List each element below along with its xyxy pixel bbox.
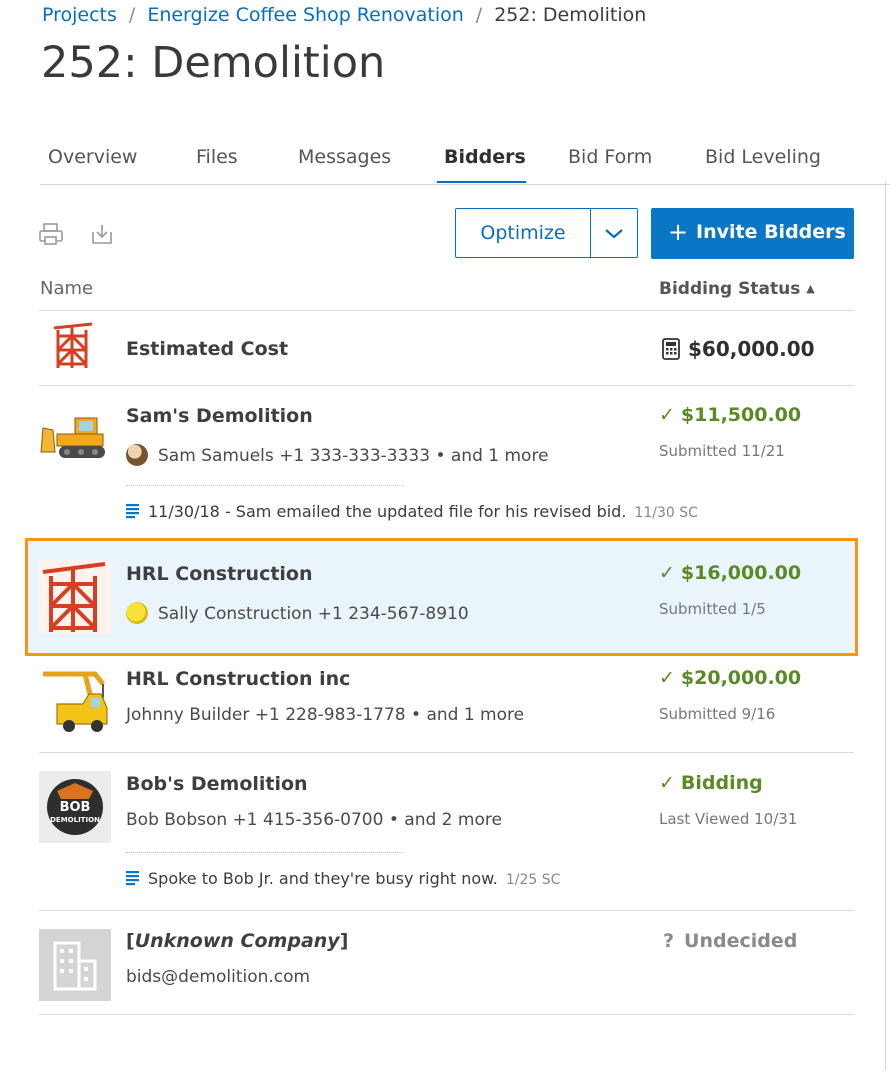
contact-text[interactable]: Bob Bobson +1 415-356-0700 • and 2 more — [126, 810, 502, 830]
contact-email[interactable]: bids@demolition.com — [126, 967, 310, 987]
column-header-bidding-status[interactable]: Bidding Status ▲ — [659, 279, 815, 299]
column-header-status-label: Bidding Status — [659, 279, 801, 299]
invite-bidders-button[interactable]: + Invite Bidders — [651, 208, 854, 259]
bob-demolition-logo: BOB DEMOLITION — [39, 771, 111, 847]
bid-amount: ✓ $16,000.00 — [659, 562, 801, 584]
divider — [126, 485, 404, 486]
printer-icon[interactable] — [38, 222, 64, 250]
column-header-name[interactable]: Name — [40, 278, 93, 299]
divider — [39, 910, 854, 911]
question-icon: ? — [663, 930, 675, 952]
divider — [39, 385, 854, 386]
download-icon[interactable] — [90, 222, 114, 250]
company-name-text: Unknown Company — [134, 930, 340, 952]
tab-messages[interactable]: Messages — [298, 146, 391, 168]
tab-bid-form[interactable]: Bid Form — [568, 146, 652, 168]
logo-text-demolition: DEMOLITION — [50, 816, 100, 824]
building-placeholder-icon — [39, 929, 111, 1005]
estimated-cost-label: Estimated Cost — [126, 338, 289, 360]
check-icon: ✓ — [659, 667, 675, 689]
sort-ascending-icon: ▲ — [806, 282, 815, 295]
bid-status: ? Undecided — [659, 930, 797, 952]
tab-overview[interactable]: Overview — [48, 146, 137, 168]
hardhat-avatar — [126, 602, 148, 624]
company-name[interactable]: [Unknown Company] — [126, 930, 348, 952]
breadcrumb: Projects / Energize Coffee Shop Renovation… — [42, 4, 646, 26]
bid-submitted-date: Submitted 9/16 — [659, 705, 776, 723]
estimated-cost-amount: $60,000.00 — [688, 337, 815, 361]
tab-bar: Overview Files Messages Bidders Bid Form… — [40, 132, 890, 185]
divider — [126, 852, 404, 853]
breadcrumb-separator: / — [475, 4, 483, 26]
company-name[interactable]: Sam's Demolition — [126, 405, 313, 427]
page-title: 252: Demolition — [41, 38, 386, 88]
note-text[interactable]: 11/30/18 - Sam emailed the updated file … — [148, 502, 626, 521]
note-icon — [126, 870, 140, 890]
bid-status-value: Undecided — [684, 930, 798, 952]
bid-amount-value: $11,500.00 — [680, 404, 802, 426]
bracket-close: ] — [339, 930, 349, 952]
bid-amount-value: $20,000.00 — [680, 667, 802, 689]
chevron-down-icon[interactable] — [591, 209, 637, 257]
logo-text-bob: BOB — [60, 800, 91, 815]
selected-row-highlight[interactable] — [25, 538, 858, 656]
plus-icon: + — [668, 218, 689, 246]
breadcrumb-separator: / — [128, 4, 136, 26]
bid-submitted-date: Submitted 11/21 — [659, 442, 785, 460]
note-icon — [126, 503, 140, 523]
company-name[interactable]: Bob's Demolition — [126, 773, 308, 795]
note-meta: 1/25 SC — [505, 872, 561, 888]
tab-bid-leveling[interactable]: Bid Leveling — [705, 146, 821, 168]
invite-bidders-label: Invite Bidders — [696, 221, 846, 243]
last-viewed-date: Last Viewed 10/31 — [659, 810, 798, 828]
check-icon: ✓ — [659, 772, 675, 794]
bid-status-value: Bidding — [680, 772, 763, 794]
bid-status: ✓ Bidding — [659, 772, 763, 794]
company-name[interactable]: HRL Construction — [126, 563, 313, 585]
contact-info: Sam Samuels +1 333-333-3333 • and 1 more — [126, 444, 549, 466]
note: Spoke to Bob Jr. and they're busy right … — [126, 869, 560, 890]
check-icon: ✓ — [659, 562, 675, 584]
note-text[interactable]: Spoke to Bob Jr. and they're busy right … — [148, 869, 498, 888]
breadcrumb-project-link[interactable]: Energize Coffee Shop Renovation — [147, 4, 463, 26]
divider — [39, 310, 854, 311]
breadcrumb-current: 252: Demolition — [494, 4, 647, 26]
optimize-label: Optimize — [480, 222, 566, 244]
contact-text[interactable]: Johnny Builder +1 228-983-1778 • and 1 m… — [126, 705, 524, 725]
contact-text[interactable]: Sam Samuels +1 333-333-3333 • and 1 more — [158, 446, 549, 466]
bulldozer-logo — [39, 412, 113, 466]
optimize-button[interactable]: Optimize — [455, 208, 638, 258]
company-name[interactable]: HRL Construction inc — [126, 668, 350, 690]
check-icon: ✓ — [659, 404, 675, 426]
scaffold-logo — [39, 560, 111, 638]
scaffold-logo — [52, 322, 96, 374]
bid-amount: ✓ $11,500.00 — [659, 404, 801, 426]
active-tab-indicator — [437, 181, 526, 183]
bid-amount: ✓ $20,000.00 — [659, 667, 801, 689]
bid-submitted-date: Submitted 1/5 — [659, 600, 766, 618]
crane-truck-logo — [39, 668, 113, 742]
tab-bidders[interactable]: Bidders — [444, 146, 526, 168]
note-meta: 11/30 SC — [634, 505, 698, 521]
divider — [39, 752, 854, 753]
contact-info: Sally Construction +1 234-567-8910 — [126, 602, 469, 624]
bid-amount-value: $16,000.00 — [680, 562, 802, 584]
avatar — [126, 444, 148, 466]
divider — [39, 1014, 854, 1015]
contact-text[interactable]: Sally Construction +1 234-567-8910 — [158, 604, 469, 624]
tab-files[interactable]: Files — [196, 146, 238, 168]
panel-border — [885, 182, 886, 1070]
bracket-open: [ — [126, 930, 135, 952]
calculator-icon — [662, 338, 680, 364]
note: 11/30/18 - Sam emailed the updated file … — [126, 502, 698, 523]
breadcrumb-projects-link[interactable]: Projects — [42, 4, 117, 26]
